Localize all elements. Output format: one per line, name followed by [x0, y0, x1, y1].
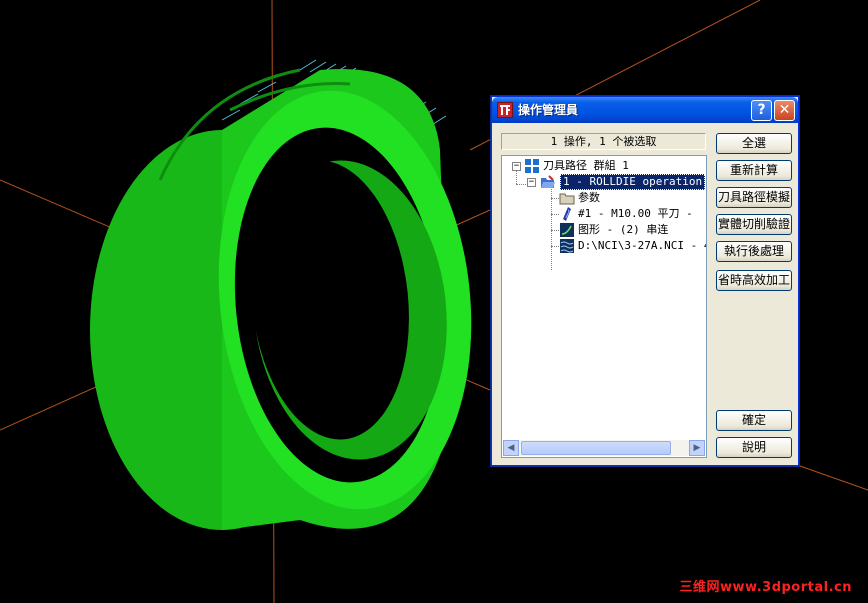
- dialog-title: 操作管理員: [518, 103, 579, 117]
- toolpath-group-icon: [525, 159, 539, 173]
- regenerate-button[interactable]: 重新計算: [716, 160, 792, 181]
- help-button[interactable]: ?: [751, 100, 772, 121]
- tree-item-parameters[interactable]: 参数: [502, 190, 706, 206]
- app-logo-icon: [497, 102, 513, 118]
- title-bar[interactable]: 操作管理員 ? ✕: [492, 97, 798, 123]
- horizontal-scrollbar[interactable]: ◀ ▶: [503, 440, 705, 456]
- backplot-button[interactable]: 刀具路徑模擬: [716, 187, 792, 208]
- operation-folder-icon: [541, 175, 555, 188]
- tree-item-label: D:\NCI\3-27A.NCI - 43: [578, 239, 707, 252]
- site-watermark: 三维网www.3dportal.cn: [679, 580, 852, 595]
- tree-item-geometry[interactable]: 图形 - (2) 串连: [502, 222, 706, 238]
- tree-item-label: #1 - M10.00 平刀 -: [578, 207, 693, 220]
- scroll-left-icon[interactable]: ◀: [503, 440, 519, 456]
- geometry-icon: [560, 223, 574, 237]
- part-model: [90, 68, 472, 530]
- help-text-button[interactable]: 說明: [716, 437, 792, 458]
- tree-item-label: 刀具路径 群組 1: [543, 159, 629, 172]
- ok-button[interactable]: 確定: [716, 410, 792, 431]
- tree-item-label: 1 - ROLLDIE operation: [560, 174, 706, 190]
- tool-icon: [563, 207, 571, 221]
- selection-status: 1 操作, 1 个被选取: [501, 133, 706, 150]
- nci-file-icon: [560, 239, 574, 253]
- high-speed-button[interactable]: 省時高效加工: [716, 270, 792, 291]
- operations-tree[interactable]: − 刀具路径 群組 1 − 1 - ROLLDIE operation 参数 #…: [501, 155, 707, 458]
- verify-button[interactable]: 實體切削驗證: [716, 214, 792, 235]
- tree-item-label: 参数: [578, 191, 600, 204]
- tree-item-operation[interactable]: − 1 - ROLLDIE operation: [502, 174, 706, 190]
- tree-item-toolpath-group[interactable]: − 刀具路径 群組 1: [502, 158, 706, 174]
- tree-item-label: 图形 - (2) 串连: [578, 223, 669, 236]
- scroll-right-icon[interactable]: ▶: [689, 440, 705, 456]
- tree-item-nci-file[interactable]: D:\NCI\3-27A.NCI - 43: [502, 238, 706, 254]
- collapse-toggle[interactable]: −: [527, 178, 536, 187]
- operations-manager-dialog: 操作管理員 ? ✕ 1 操作, 1 个被选取 − 刀具路径 群組 1 − 1 -…: [491, 96, 799, 466]
- close-button[interactable]: ✕: [774, 100, 795, 121]
- scrollbar-thumb[interactable]: [521, 441, 671, 455]
- tree-item-tool[interactable]: #1 - M10.00 平刀 -: [502, 206, 706, 222]
- select-all-button[interactable]: 全選: [716, 133, 792, 154]
- parameters-folder-icon: [559, 193, 575, 205]
- collapse-toggle[interactable]: −: [512, 162, 521, 171]
- post-button[interactable]: 執行後處理: [716, 241, 792, 262]
